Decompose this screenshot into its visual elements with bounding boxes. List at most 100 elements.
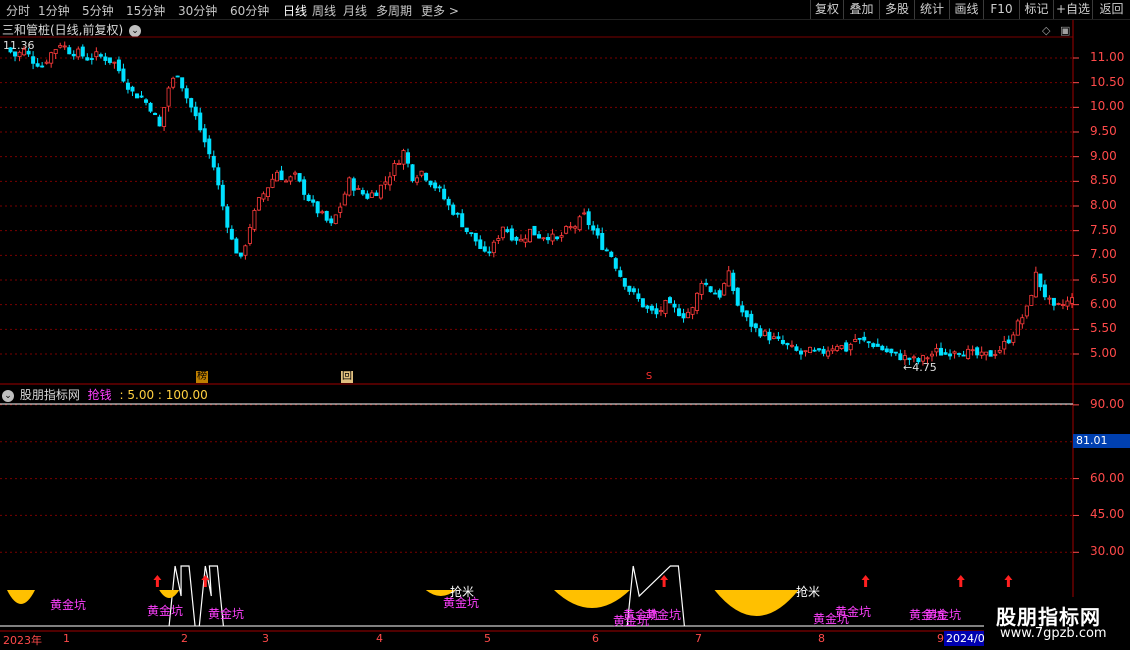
indicator-axis-label: 60.00 <box>1090 470 1125 485</box>
candle-body <box>288 176 293 182</box>
candle-body <box>67 47 72 55</box>
candle-body <box>116 59 121 72</box>
date-month-label: 2 <box>181 632 188 645</box>
candle-body <box>934 348 939 353</box>
candle-body <box>225 206 230 228</box>
candle-body <box>401 150 406 165</box>
candle-body <box>830 348 835 352</box>
up-arrow-icon <box>660 575 669 587</box>
candle-body <box>482 246 487 252</box>
candle-body <box>893 351 898 354</box>
indicator-title[interactable]: ⌄ 股朋指标网 抢钱 : 5.00 : 100.00 <box>2 386 208 403</box>
candle-body <box>320 211 325 214</box>
indicator-axis-label: 45.00 <box>1090 507 1125 522</box>
candle-body <box>1038 273 1043 288</box>
candle-body <box>469 232 474 235</box>
price-axis-label: 10.50 <box>1090 74 1125 89</box>
candle-body <box>713 292 718 295</box>
candle-body <box>939 347 944 356</box>
candle-body <box>180 77 185 89</box>
candle-body <box>726 270 731 287</box>
gold-pit-area <box>159 590 180 598</box>
price-axis-label: 9.50 <box>1090 124 1117 138</box>
price-axis-label: 7.50 <box>1090 222 1117 237</box>
candle-body <box>1060 304 1065 306</box>
candle-body <box>338 206 343 213</box>
candle-body <box>695 292 700 311</box>
candle-body <box>374 192 379 197</box>
candle-body <box>582 212 587 215</box>
price-axis-label: 7.00 <box>1090 247 1117 262</box>
candle-body <box>988 350 993 357</box>
price-grid <box>0 57 1079 355</box>
candle-body <box>853 338 858 342</box>
candle-body <box>970 349 975 352</box>
candle-body <box>997 349 1002 353</box>
candle-body <box>238 252 243 257</box>
candle-body <box>929 353 934 357</box>
rank-badge[interactable]: 榜 <box>196 371 208 383</box>
price-axis-label: 5.50 <box>1090 321 1117 336</box>
candle-body <box>866 341 871 344</box>
candle-body <box>835 346 840 351</box>
candle-body <box>134 93 139 99</box>
sell-badge[interactable]: S <box>643 371 655 383</box>
indicator-series-name: 抢钱 <box>87 388 112 402</box>
date-month-label: 5 <box>484 632 491 645</box>
gold-pit-label: 黄金坑 <box>443 596 480 610</box>
price-axis-label: 5.00 <box>1090 346 1117 360</box>
site-watermark: 股朋指标网 www.7gpzb.com <box>984 597 1130 650</box>
candle-body <box>121 68 126 82</box>
candle-body <box>94 51 99 58</box>
price-axis-label: 8.50 <box>1090 173 1117 188</box>
kline-chart[interactable] <box>0 0 1130 650</box>
candle-body <box>948 353 953 357</box>
indicator-axis-label: 90.00 <box>1090 396 1125 411</box>
candle-body <box>144 99 149 103</box>
candle-body <box>415 177 420 183</box>
price-axis-label: 11.00 <box>1090 50 1125 64</box>
candle-body <box>275 171 280 182</box>
candle-body <box>171 77 176 88</box>
candle-body <box>383 181 388 185</box>
gold-pit-label: 黄金坑 <box>147 604 184 618</box>
candle-body <box>478 239 483 249</box>
candle-body <box>49 52 54 64</box>
candle-body <box>649 305 654 311</box>
candle-body <box>780 339 785 344</box>
candle-body <box>302 179 307 195</box>
candle-body <box>862 336 867 341</box>
candle-body <box>776 336 781 339</box>
candle-body <box>546 237 551 241</box>
candle-body <box>496 238 501 241</box>
review-badge[interactable]: 回 <box>341 371 353 383</box>
chevron-down-icon[interactable]: ⌄ <box>2 389 14 402</box>
indicator-params: : 5.00 : 100.00 <box>119 388 208 402</box>
candle-body <box>365 193 370 199</box>
candle-body <box>252 210 257 230</box>
candle-body <box>920 355 925 362</box>
candle-body <box>419 170 424 176</box>
candle-body <box>387 176 392 186</box>
candle-body <box>26 50 31 55</box>
candle-body <box>315 201 320 214</box>
candle-body <box>627 285 632 292</box>
candle-body <box>527 228 532 243</box>
candle-body <box>803 350 808 353</box>
candle-body <box>175 75 180 78</box>
up-arrow-icon <box>956 575 965 587</box>
candle-body <box>509 228 514 241</box>
gold-pit-label: 黄金坑 <box>645 608 682 622</box>
candle-body <box>369 192 374 198</box>
candle-body <box>1002 340 1007 350</box>
date-year-label: 2023年 <box>3 634 42 647</box>
candle-body <box>993 354 998 356</box>
date-month-label: 4 <box>376 632 383 645</box>
candle-body <box>762 330 767 337</box>
candle-body <box>514 236 519 241</box>
candle-body <box>40 65 45 68</box>
candle-body <box>731 272 736 291</box>
candle-body <box>256 197 261 211</box>
candle-body <box>98 54 103 57</box>
candle-body <box>744 310 749 318</box>
